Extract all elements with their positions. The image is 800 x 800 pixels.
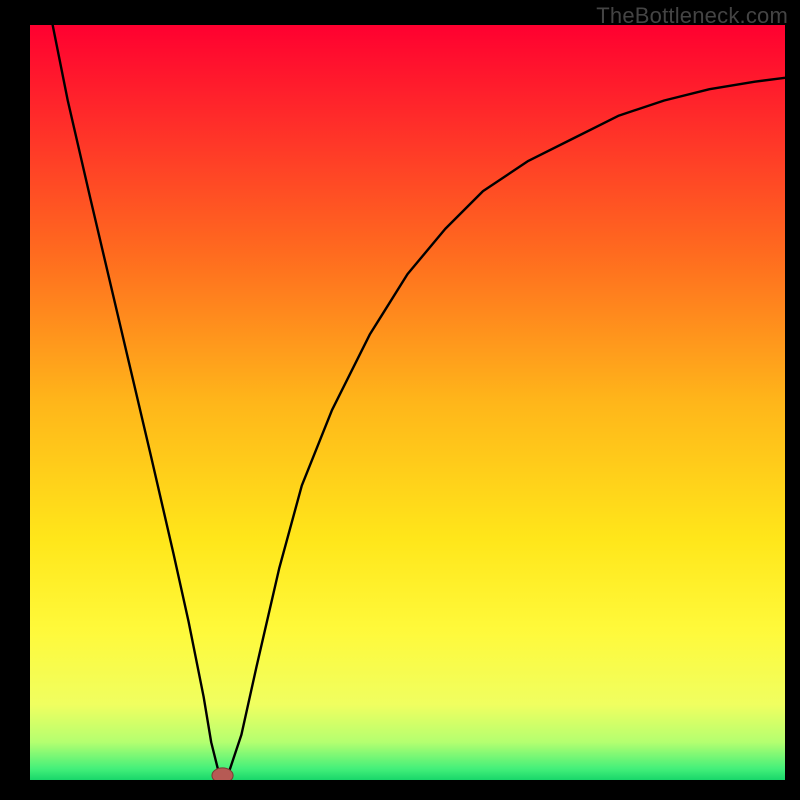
watermark-text: TheBottleneck.com <box>596 3 788 29</box>
optimum-marker <box>212 768 233 780</box>
plot-area <box>30 25 785 780</box>
chart-frame: TheBottleneck.com <box>0 0 800 800</box>
gradient-background <box>30 25 785 780</box>
bottleneck-chart <box>30 25 785 780</box>
